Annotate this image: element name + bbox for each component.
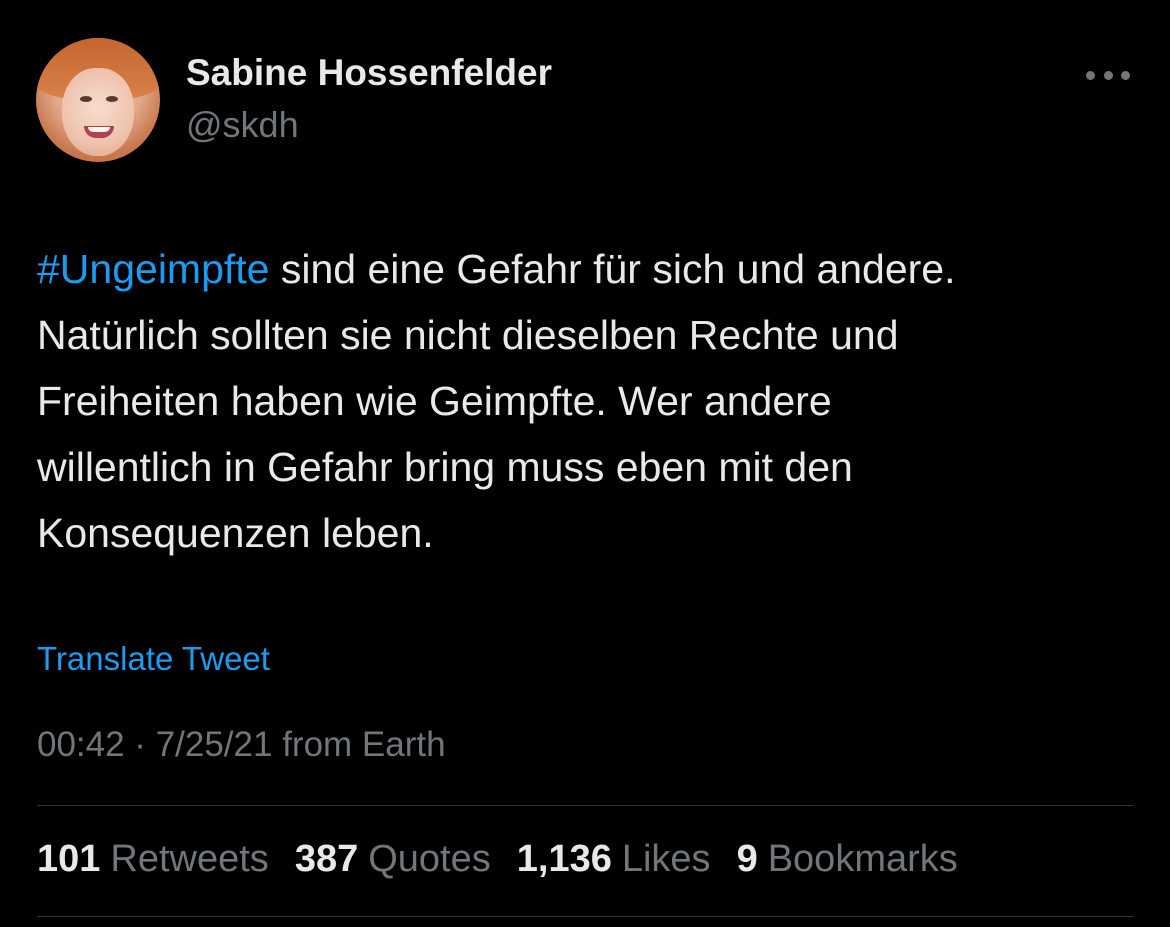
divider	[37, 916, 1133, 917]
avatar-eye-left	[80, 96, 92, 102]
translate-tweet-link[interactable]: Translate Tweet	[37, 640, 270, 678]
more-dot	[1103, 70, 1113, 80]
tweet-stats: 101 Retweets 387 Quotes 1,136 Likes 9 Bookma…	[37, 838, 984, 881]
divider	[37, 805, 1133, 806]
stat-quotes[interactable]: 387 Quotes	[295, 838, 491, 881]
more-options-icon[interactable]	[1086, 66, 1130, 84]
tweet-text: #Ungeimpfte sind eine Gefahr für sich un…	[37, 236, 1137, 566]
stat-count: 9	[736, 838, 758, 880]
author-name[interactable]: Sabine Hossenfelder	[186, 52, 552, 94]
avatar-eye-right	[106, 96, 118, 102]
tweet-line-4: willentlich in Gefahr bring muss eben mi…	[37, 444, 853, 490]
stat-count: 387	[294, 838, 359, 880]
avatar[interactable]	[36, 38, 160, 162]
stat-label: Quotes	[368, 838, 491, 880]
stat-label: Retweets	[110, 838, 269, 880]
stat-label: Bookmarks	[767, 838, 958, 880]
tweet-line-1: #Ungeimpfte sind eine Gefahr für sich un…	[37, 236, 1137, 302]
stat-label: Likes	[621, 838, 711, 880]
more-dot	[1121, 70, 1130, 80]
hashtag-link[interactable]: #Ungeimpfte	[37, 246, 269, 292]
stat-count: 1,136	[516, 838, 612, 880]
stat-retweets[interactable]: 101 Retweets	[37, 838, 269, 881]
tweet-line-3: Freiheiten haben wie Geimpfte. Wer ander…	[37, 378, 832, 424]
more-dot	[1086, 70, 1095, 80]
avatar-face	[62, 68, 134, 156]
stat-likes[interactable]: 1,136 Likes	[517, 838, 711, 881]
stat-bookmarks[interactable]: 9 Bookmarks	[737, 838, 958, 881]
author-handle[interactable]: @skdh	[186, 104, 299, 146]
stat-count: 101	[37, 838, 101, 880]
tweet-line-1-text: sind eine Gefahr für sich und andere.	[269, 246, 956, 292]
tweet-line-2: Natürlich sollten sie nicht dieselben Re…	[37, 312, 899, 358]
tweet-line-5: Konsequenzen leben.	[37, 510, 434, 556]
tweet-card: Sabine Hossenfelder @skdh #Ungeimpfte si…	[0, 0, 1170, 927]
tweet-timestamp[interactable]: 00:42 · 7/25/21 from Earth	[37, 725, 446, 765]
